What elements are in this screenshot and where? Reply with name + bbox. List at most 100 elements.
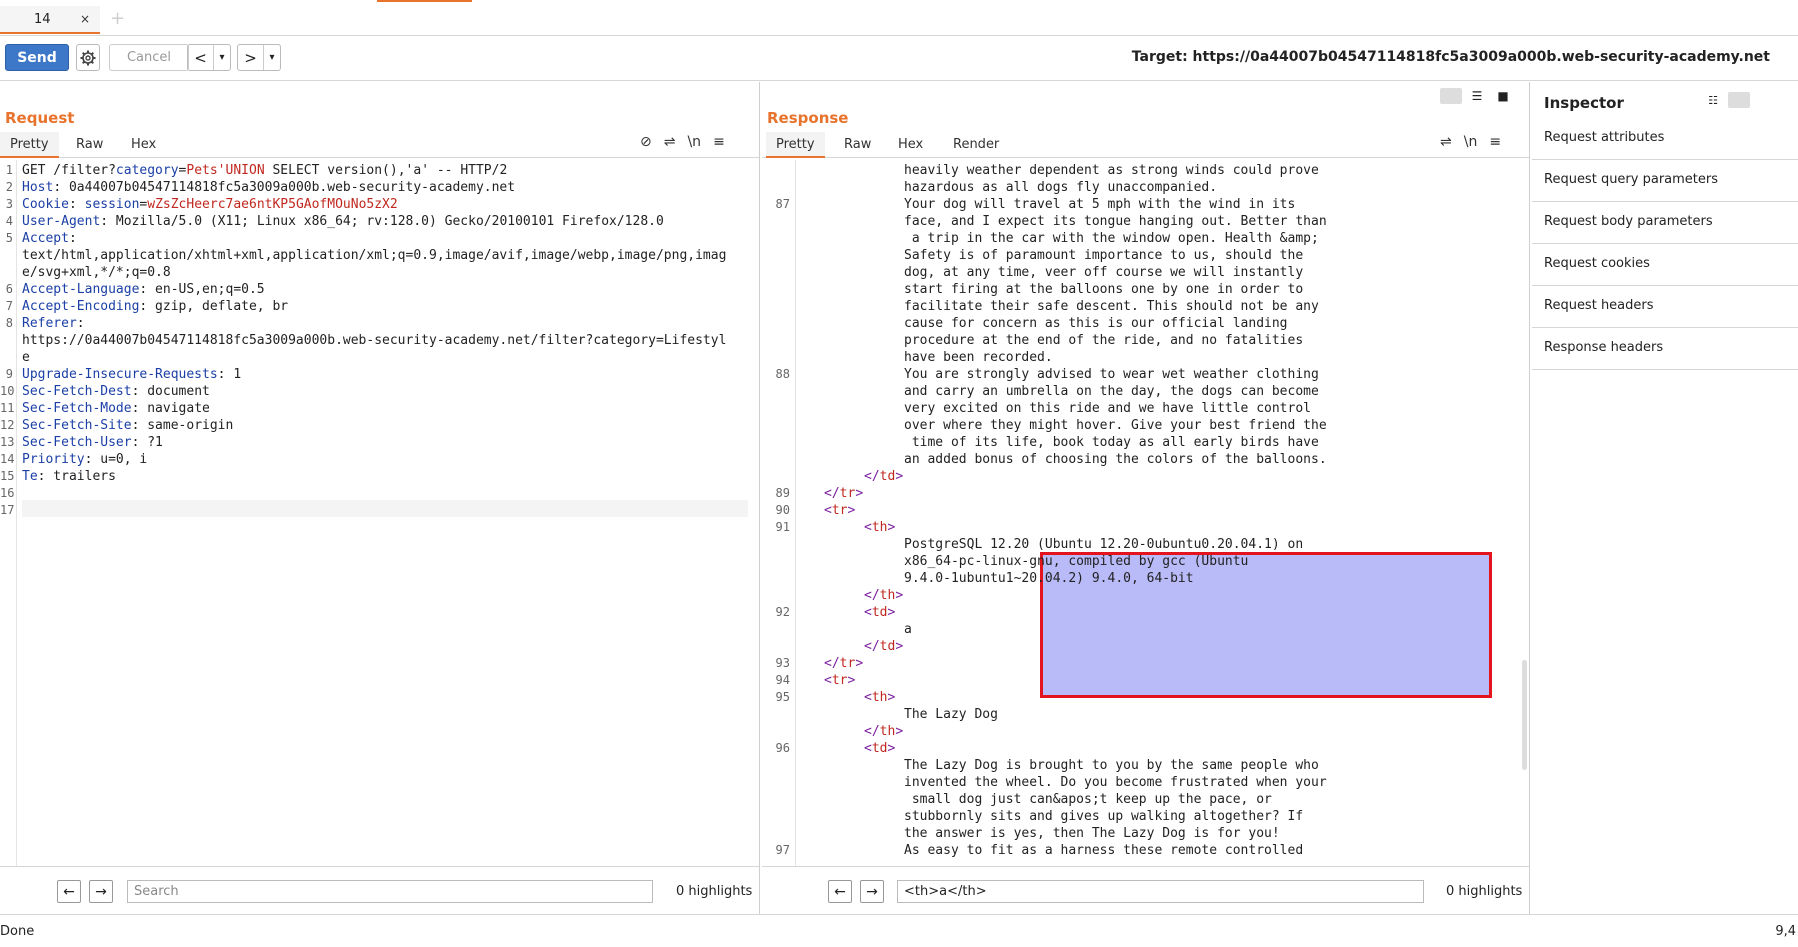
send-button[interactable]: Send xyxy=(5,44,69,71)
hide-nonprintable-icon[interactable]: ⊘ xyxy=(640,134,652,150)
line-number: 6 xyxy=(5,282,13,296)
code-token: </ xyxy=(824,486,840,501)
code-line: Te: trailers xyxy=(22,468,116,485)
code-token: </ xyxy=(864,724,880,739)
code-token: have been recorded. xyxy=(904,350,1053,365)
code-token: As easy to fit as a harness these remote… xyxy=(904,843,1304,858)
highlight-count: 0 highlights xyxy=(1446,884,1523,899)
code-token: tr xyxy=(831,503,848,518)
menu-icon[interactable]: ≡ xyxy=(1489,134,1501,150)
previous-match-button[interactable]: ← xyxy=(57,880,81,903)
code-line: e xyxy=(22,349,30,366)
code-line: You are strongly advised to wear wet wea… xyxy=(904,366,1319,383)
search-input[interactable]: <th>a</th> xyxy=(897,880,1424,903)
code-token: th xyxy=(879,724,896,739)
newline-toggle-icon[interactable]: \n xyxy=(1464,134,1478,150)
request-title: Request xyxy=(5,109,75,127)
inspector-section[interactable]: Request cookies xyxy=(1532,244,1798,286)
next-match-button[interactable]: → xyxy=(89,880,113,903)
code-token: Accept xyxy=(22,231,69,246)
list-view-icon[interactable]: ☷ xyxy=(1702,92,1724,108)
wrap-lines-icon[interactable]: ⇌ xyxy=(1440,134,1452,150)
code-token: tr xyxy=(839,486,856,501)
inspector-section[interactable]: Request body parameters xyxy=(1532,202,1798,244)
next-match-button[interactable]: → xyxy=(860,880,884,903)
tab-hex[interactable]: Hex xyxy=(121,132,166,158)
tab-14[interactable]: 14 × xyxy=(0,6,100,34)
code-token: : trailers xyxy=(37,469,116,484)
inspector-section[interactable]: Request headers xyxy=(1532,286,1798,328)
line-number: 90 xyxy=(775,503,790,517)
code-token: The Lazy Dog xyxy=(904,707,998,722)
menu-icon[interactable]: ≡ xyxy=(713,134,725,150)
response-editor[interactable]: heavily weather dependent as strong wind… xyxy=(762,160,1529,866)
tab-hex[interactable]: Hex xyxy=(888,132,933,158)
code-line: invented the wheel. Do you become frustr… xyxy=(904,774,1327,791)
settings-button[interactable] xyxy=(76,44,100,71)
status-text: Done xyxy=(0,924,35,939)
line-number: 17 xyxy=(0,503,15,517)
code-line: As easy to fit as a harness these remote… xyxy=(904,842,1303,859)
forward-history-dropdown[interactable]: ▾ xyxy=(264,45,280,70)
tab-raw[interactable]: Raw xyxy=(834,132,881,158)
code-line: an added bonus of choosing the colors of… xyxy=(904,451,1327,468)
code-line: </tr> xyxy=(824,655,863,672)
tab-pretty[interactable]: Pretty xyxy=(766,132,825,158)
code-line: <td> xyxy=(864,740,895,757)
code-token: </ xyxy=(864,588,880,603)
line-number: 16 xyxy=(0,486,15,500)
inspector-title: Inspector xyxy=(1544,94,1624,112)
inspector-panel: Inspector ☷ Request attributes Request qu… xyxy=(1532,82,1798,914)
target-url[interactable]: Target: https://0a44007b04547114818fc5a3… xyxy=(1132,49,1770,65)
back-history-dropdown[interactable]: ▾ xyxy=(214,45,230,70)
line-number: 3 xyxy=(5,197,13,211)
inspector-section[interactable]: Request query parameters xyxy=(1532,160,1798,202)
tab-pretty[interactable]: Pretty xyxy=(0,132,59,158)
code-token: SELECT version(),'a' -- HTTP/2 xyxy=(264,163,508,178)
line-number: 92 xyxy=(775,605,790,619)
code-token: Sec-Fetch-Site xyxy=(22,418,132,433)
request-editor[interactable]: 1 GET /filter?category=Pets'UNION SELECT … xyxy=(0,160,759,866)
request-panel: Request Pretty Raw Hex ⊘ ⇌ \n ≡ 1 GET /fi… xyxy=(0,82,760,914)
line-number: 4 xyxy=(5,214,13,228)
code-token: facilitate their safe descent. This shou… xyxy=(904,299,1319,314)
newline-toggle-icon[interactable]: \n xyxy=(687,134,701,150)
cancel-button[interactable]: Cancel xyxy=(109,44,189,71)
search-input[interactable]: Search xyxy=(127,880,653,903)
status-bar: Done 9,4 xyxy=(0,914,1798,947)
back-button[interactable]: < xyxy=(188,45,214,70)
close-icon[interactable]: × xyxy=(80,12,90,26)
code-line: Upgrade-Insecure-Requests: 1 xyxy=(22,366,241,383)
code-token: : u=0, i xyxy=(84,452,148,467)
split-view-icon[interactable] xyxy=(1440,88,1462,104)
wrap-lines-icon[interactable]: ⇌ xyxy=(664,134,676,150)
code-token: Te xyxy=(22,469,38,484)
add-tab-button[interactable]: + xyxy=(110,8,125,29)
tab-render[interactable]: Render xyxy=(943,132,1009,158)
line-number: 1 xyxy=(5,163,13,177)
code-line: <th> xyxy=(864,519,895,536)
code-token: a xyxy=(904,622,912,637)
inspector-section[interactable]: Request attributes xyxy=(1532,118,1798,160)
line-number: 8 xyxy=(5,316,13,330)
inspector-section[interactable]: Response headers xyxy=(1532,328,1798,370)
tab-raw[interactable]: Raw xyxy=(66,132,113,158)
code-token: heavily weather dependent as strong wind… xyxy=(904,163,1319,178)
code-token: td xyxy=(871,741,888,756)
code-line: User-Agent: Mozilla/5.0 (X11; Linux x86_… xyxy=(22,213,664,230)
code-token: small dog just can&apos;t keep up the pa… xyxy=(904,792,1272,807)
horizontal-view-icon[interactable]: ☰ xyxy=(1466,88,1488,104)
line-number: 94 xyxy=(775,673,790,687)
previous-match-button[interactable]: ← xyxy=(828,880,852,903)
code-line: </td> xyxy=(864,638,903,655)
inspector-layout-toggle: ☷ xyxy=(1702,92,1750,108)
request-editor-tools: ⊘ ⇌ \n ≡ xyxy=(640,134,725,150)
code-line: time of its life, book today as all earl… xyxy=(904,434,1319,451)
response-panel: Response ☰ ■ Pretty Raw Hex Render ⇌ \n … xyxy=(762,82,1530,914)
forward-button[interactable]: > xyxy=(238,45,264,70)
panel-view-icon[interactable] xyxy=(1728,92,1750,108)
single-view-icon[interactable]: ■ xyxy=(1492,88,1514,104)
line-number: 5 xyxy=(5,231,13,245)
scrollbar-thumb[interactable] xyxy=(1522,660,1527,770)
code-line: PostgreSQL 12.20 (Ubuntu 12.20-0ubuntu0.… xyxy=(904,536,1303,553)
